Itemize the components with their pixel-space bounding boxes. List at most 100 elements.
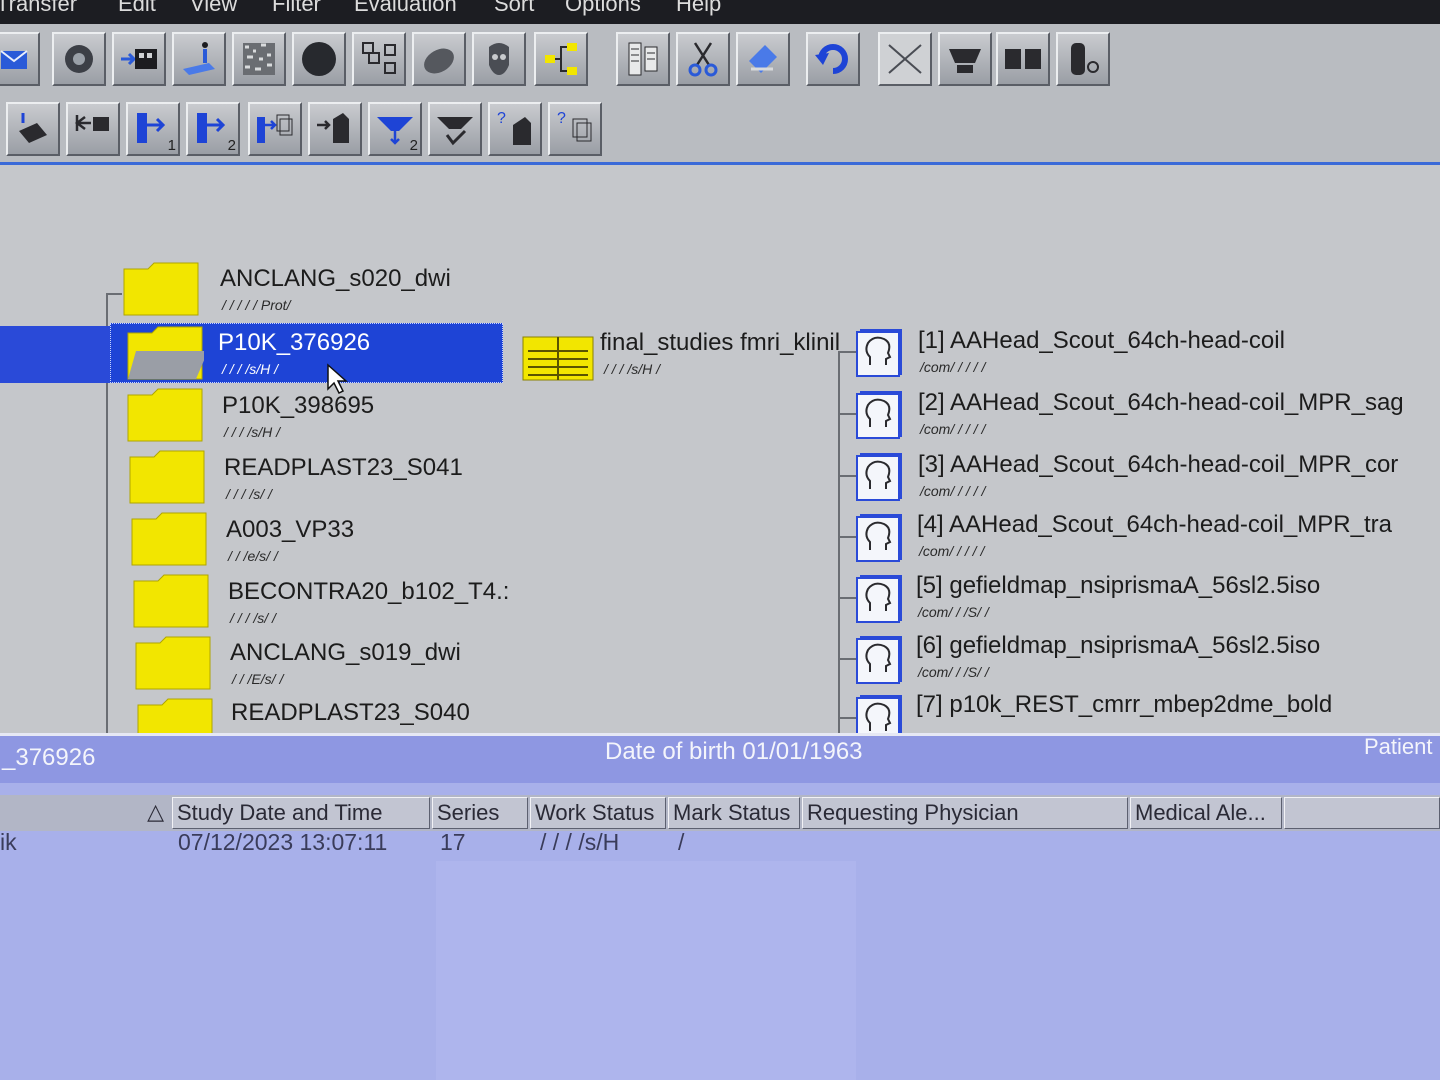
folder-icon[interactable] (134, 635, 212, 691)
leaf-button[interactable] (412, 32, 466, 86)
menu-filter[interactable]: Filter (272, 0, 321, 17)
folder-icon[interactable] (130, 511, 208, 567)
network-tree-icon (545, 43, 577, 75)
study-icon[interactable] (522, 333, 594, 381)
main-toolbar (0, 24, 1440, 96)
transfer-in-button[interactable] (66, 102, 120, 156)
network-tree-button[interactable] (534, 32, 588, 86)
patient-name[interactable]: ANCLANG_s019_dwi (230, 639, 461, 667)
query-node-button[interactable]: ? (488, 102, 542, 156)
bottle-button[interactable] (1056, 32, 1110, 86)
patient-name[interactable]: P10K_398695 (222, 392, 374, 420)
grain-image-button[interactable] (232, 32, 286, 86)
transfer-archive-button[interactable] (308, 102, 362, 156)
transfer-stack-button[interactable] (248, 102, 302, 156)
menu-evaluation[interactable]: Evaluation (354, 0, 457, 17)
circle-button[interactable] (292, 32, 346, 86)
filter-check-icon (437, 117, 473, 146)
folder-icon[interactable] (128, 449, 206, 505)
head-series-icon[interactable] (856, 389, 904, 439)
patient-name[interactable]: READPLAST23_S041 (224, 454, 463, 482)
split-screen-button[interactable] (996, 32, 1050, 86)
head-series-icon[interactable] (856, 327, 904, 377)
row-label[interactable]: ik (0, 829, 17, 856)
menu-view[interactable]: View (190, 0, 237, 17)
menu-edit[interactable]: Edit (118, 0, 156, 17)
folder-icon[interactable] (136, 697, 214, 733)
column-mark-status[interactable]: Mark Status (668, 797, 800, 829)
column-medical-alerts[interactable]: Medical Ale... (1130, 797, 1282, 829)
column-series[interactable]: Series (432, 797, 528, 829)
series-name[interactable]: [5] gefieldmap_nsiprismaA_56sl2.5iso (916, 572, 1320, 600)
series-status: /com/ / /S/ / (918, 604, 989, 620)
transfer-1-button[interactable]: 1 (126, 102, 180, 156)
folder-icon[interactable] (126, 387, 204, 443)
patient-name[interactable]: P10K_376926 (218, 329, 370, 357)
series-name[interactable]: [3] AAHead_Scout_64ch-head-coil_MPR_cor (918, 451, 1398, 479)
cut-button[interactable] (676, 32, 730, 86)
open-folder-icon[interactable] (126, 325, 208, 381)
menu-transfer[interactable]: Transfer (0, 0, 77, 17)
import-tray-button[interactable] (938, 32, 992, 86)
patient-name[interactable]: READPLAST23_S040 (231, 699, 470, 727)
series-status: /com/ / / / / (920, 483, 986, 499)
leaf-icon (424, 48, 454, 74)
head-series-icon[interactable] (856, 451, 904, 501)
patient-name[interactable]: BECONTRA20_b102_T4.: (228, 578, 509, 606)
eraser-button[interactable] (736, 32, 790, 86)
patient-id: _376926 (2, 744, 96, 771)
background-watermark (436, 861, 856, 1080)
patient-status: / / / /s/ / (226, 486, 272, 502)
head-series-icon[interactable] (856, 512, 904, 562)
series-name[interactable]: [7] p10k_REST_cmrr_mbep2dme_bold (916, 691, 1332, 719)
sort-arrow-icon[interactable]: △ (0, 797, 170, 829)
patient-name[interactable]: ANCLANG_s020_dwi (220, 265, 451, 293)
menu-help[interactable]: Help (676, 0, 721, 17)
row-mark-status[interactable]: / (678, 829, 684, 856)
row-series[interactable]: 17 (440, 829, 466, 856)
patient-browser: ANCLANG_s020_dwi / / / / / Prot/ P10K_37… (0, 165, 1440, 733)
column-work-status[interactable]: Work Status (530, 797, 666, 829)
menu-sort[interactable]: Sort (494, 0, 534, 17)
send-button[interactable] (0, 32, 40, 86)
skull-button[interactable] (472, 32, 526, 86)
head-series-icon[interactable] (856, 634, 904, 684)
series-name[interactable]: [1] AAHead_Scout_64ch-head-coil (918, 327, 1285, 355)
folder-icon[interactable] (132, 573, 210, 629)
head-gear-button[interactable] (52, 32, 106, 86)
series-name[interactable]: [6] gefieldmap_nsiprismaA_56sl2.5iso (916, 632, 1320, 660)
query-series-button[interactable]: ? (548, 102, 602, 156)
grain-image-icon (243, 43, 275, 75)
send-icon (0, 50, 28, 69)
series-name[interactable]: [2] AAHead_Scout_64ch-head-coil_MPR_sag (918, 389, 1404, 417)
patient-scan-button[interactable] (172, 32, 226, 86)
document-list-button[interactable] (616, 32, 670, 86)
eraser-icon (749, 45, 777, 73)
column-study-date[interactable]: Study Date and Time (172, 797, 430, 829)
transfer-in-icon (74, 115, 109, 131)
transfer-2-button[interactable]: 2 (186, 102, 240, 156)
head-series-icon[interactable] (856, 693, 904, 733)
folder-icon[interactable] (122, 261, 200, 317)
head-series-icon[interactable] (856, 573, 904, 623)
delete-button[interactable] (878, 32, 932, 86)
filter-check-button[interactable] (428, 102, 482, 156)
study-name[interactable]: final_studies fmri_klinil (600, 329, 840, 357)
series-stack-button[interactable] (352, 32, 406, 86)
patient-name[interactable]: A003_VP33 (226, 516, 354, 544)
patient-info-bar: _376926 Date of birth 01/01/1963 Patient (0, 733, 1440, 783)
camera-button[interactable] (6, 102, 60, 156)
filter-down-button[interactable]: 2 (368, 102, 422, 156)
document-list-icon (628, 42, 658, 76)
query-series-icon: ? (557, 110, 592, 142)
transfer-2-number: 2 (227, 137, 236, 154)
column-requesting-physician[interactable]: Requesting Physician (802, 797, 1128, 829)
study-status: / / / /s/H / (604, 361, 661, 377)
export-film-button[interactable] (112, 32, 166, 86)
series-name[interactable]: [4] AAHead_Scout_64ch-head-coil_MPR_tra (917, 511, 1392, 539)
undo-button[interactable] (806, 32, 860, 86)
menu-options[interactable]: Options (565, 0, 641, 17)
row-work-status[interactable]: / / / /s/H (540, 829, 619, 856)
split-screen-icon (1005, 49, 1041, 69)
row-study-date[interactable]: 07/12/2023 13:07:11 (178, 829, 387, 856)
